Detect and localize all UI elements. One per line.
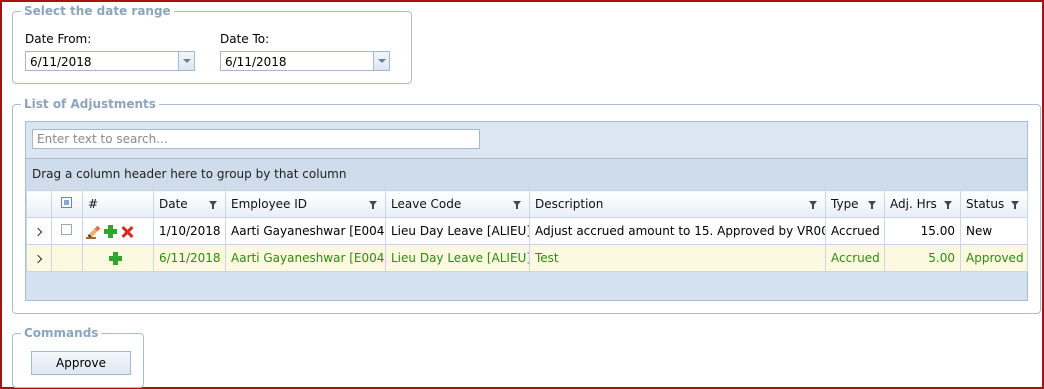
date-from-dropdown-button[interactable] <box>178 52 194 70</box>
table-row[interactable]: 6/11/2018 Aarti Gayaneshwar [E004] Lieu … <box>26 244 1028 272</box>
add-plus-icon[interactable] <box>108 251 123 266</box>
adjustments-grid: Drag a column header here to group by th… <box>25 121 1028 301</box>
expand-row-button[interactable] <box>26 217 52 245</box>
search-bar <box>26 122 1027 159</box>
row-select-cell[interactable] <box>51 217 83 245</box>
date-to-dropdown-button[interactable] <box>373 52 389 70</box>
approve-button[interactable]: Approve <box>31 351 131 375</box>
filter-icon[interactable] <box>1011 201 1019 209</box>
filter-icon[interactable] <box>868 201 876 209</box>
commands-legend: Commands <box>24 326 99 340</box>
cell-employee: Aarti Gayaneshwar [E004] <box>225 217 386 245</box>
filter-icon[interactable] <box>513 201 521 209</box>
date-to-input[interactable] <box>225 54 365 69</box>
group-by-hint: Drag a column header here to group by th… <box>32 167 347 181</box>
group-by-panel[interactable]: Drag a column header here to group by th… <box>26 159 1027 191</box>
filter-icon[interactable] <box>944 201 952 209</box>
date-from-combo[interactable] <box>25 51 195 71</box>
grid-search-input[interactable] <box>32 129 480 149</box>
column-header-description[interactable]: Description <box>529 190 826 218</box>
cell-date: 6/11/2018 <box>153 244 226 272</box>
date-from-label: Date From: <box>25 32 92 46</box>
select-all-header[interactable] <box>51 190 83 218</box>
date-to-combo[interactable] <box>220 51 390 71</box>
cell-type: Accrued <box>825 244 885 272</box>
cell-description: Test <box>529 244 826 272</box>
cell-description: Adjust accrued amount to 15. Approved by… <box>529 217 826 245</box>
select-all-checkbox[interactable] <box>61 197 72 208</box>
expand-row-button[interactable] <box>26 244 52 272</box>
row-checkbox[interactable] <box>61 224 72 235</box>
column-header-employee[interactable]: Employee ID <box>225 190 386 218</box>
column-header-adj-hrs[interactable]: Adj. Hrs <box>884 190 961 218</box>
cell-status: New <box>960 217 1028 245</box>
row-actions <box>82 244 154 272</box>
expand-chevron-icon <box>33 227 43 237</box>
column-header-num[interactable]: # <box>82 190 154 218</box>
cell-date: 1/10/2018 <box>153 217 226 245</box>
adjustments-legend: List of Adjustments <box>24 97 156 111</box>
dropdown-arrow-icon <box>183 59 191 63</box>
column-header-leave-code[interactable]: Leave Code <box>385 190 530 218</box>
cell-leave-code: Lieu Day Leave [ALIEU] <box>385 217 530 245</box>
table-header-row: # Date Employee ID Leave Code Descriptio… <box>26 190 1028 218</box>
column-header-date[interactable]: Date <box>153 190 226 218</box>
filter-icon[interactable] <box>369 201 377 209</box>
row-actions <box>82 217 154 245</box>
column-header-status[interactable]: Status <box>960 190 1028 218</box>
row-select-cell <box>51 244 83 272</box>
column-header-type[interactable]: Type <box>825 190 885 218</box>
date-from-input[interactable] <box>30 54 170 69</box>
cell-status: Approved <box>960 244 1028 272</box>
expand-chevron-icon <box>33 254 43 264</box>
date-to-label: Date To: <box>220 32 270 46</box>
table-row[interactable]: 1/10/2018 Aarti Gayaneshwar [E004] Lieu … <box>26 217 1028 245</box>
filter-icon[interactable] <box>209 201 217 209</box>
cell-leave-code: Lieu Day Leave [ALIEU] <box>385 244 530 272</box>
expand-column-header <box>26 190 52 218</box>
cell-adj-hrs: 15.00 <box>884 217 961 245</box>
delete-x-icon[interactable] <box>120 224 135 239</box>
dropdown-arrow-icon <box>378 59 386 63</box>
filter-icon[interactable] <box>809 201 817 209</box>
cell-employee: Aarti Gayaneshwar [E004] <box>225 244 386 272</box>
cell-adj-hrs: 5.00 <box>884 244 961 272</box>
date-range-legend: Select the date range <box>24 4 171 18</box>
adjustments-table: # Date Employee ID Leave Code Descriptio… <box>26 190 1028 272</box>
edit-pencil-icon[interactable] <box>86 224 101 239</box>
add-plus-icon[interactable] <box>103 224 118 239</box>
cell-type: Accrued <box>825 217 885 245</box>
